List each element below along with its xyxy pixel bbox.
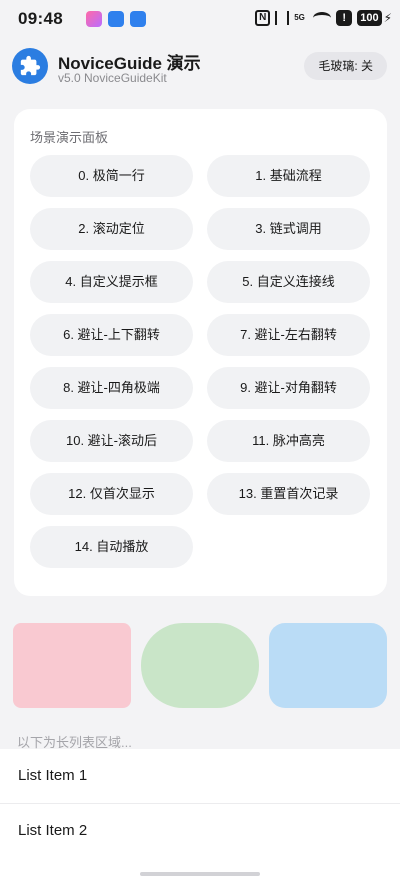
scene-button-2[interactable]: 2. 滚动定位 [30, 208, 193, 250]
scene-button-13[interactable]: 13. 重置首次记录 [207, 473, 370, 515]
vibrate-icon [275, 11, 290, 25]
scene-button-5[interactable]: 5. 自定义连接线 [207, 261, 370, 303]
scene-button-10[interactable]: 10. 避让-滚动后 [30, 420, 193, 462]
notification-upload-icon [108, 11, 124, 27]
scene-button-3[interactable]: 3. 链式调用 [207, 208, 370, 250]
long-list: List Item 1 List Item 2 [0, 749, 400, 883]
pink-rect-target [13, 623, 131, 708]
list-item-label: List Item 2 [18, 822, 88, 839]
notification-app-icon [86, 11, 102, 27]
scene-button-14[interactable]: 14. 自动播放 [30, 526, 193, 568]
charging-icon: ⚡ [383, 11, 392, 25]
scene-button-8[interactable]: 8. 避让-四角极端 [30, 367, 193, 409]
panel-title: 场景演示面板 [30, 130, 109, 145]
scene-button-6[interactable]: 6. 避让-上下翻转 [30, 314, 193, 356]
list-item[interactable]: List Item 2 [0, 804, 400, 859]
scene-button-1[interactable]: 1. 基础流程 [207, 155, 370, 197]
scene-button-9[interactable]: 9. 避让-对角翻转 [207, 367, 370, 409]
list-item-label: List Item 1 [18, 767, 88, 784]
blue-rounded-target [269, 623, 387, 708]
scene-button-11[interactable]: 11. 脉冲高亮 [207, 420, 370, 462]
puzzle-icon [12, 48, 48, 84]
green-capsule-target [141, 623, 259, 708]
status-indicators: N 5G ! 100 ⚡ [255, 9, 392, 27]
scene-button-7[interactable]: 7. 避让-左右翻转 [207, 314, 370, 356]
alert-icon: ! [336, 10, 353, 26]
scene-demo-panel: 场景演示面板 0. 极简一行 1. 基础流程 2. 滚动定位 3. 链式调用 4… [14, 109, 387, 596]
notification-usb-icon [130, 11, 146, 27]
frosted-glass-toggle-button[interactable]: 毛玻璃: 关 [304, 52, 387, 80]
app-header: NoviceGuide 演示 v5.0 NoviceGuideKit 毛玻璃: … [0, 36, 400, 98]
status-bar: 09:48 N 5G ! 100 ⚡ [0, 0, 400, 36]
battery-icon: 100 [357, 10, 382, 26]
app-subtitle: v5.0 NoviceGuideKit [58, 71, 167, 85]
scene-button-0[interactable]: 0. 极简一行 [30, 155, 193, 197]
wifi-icon [313, 12, 332, 24]
signal-icon: 5G [294, 13, 305, 22]
list-item[interactable]: List Item 1 [0, 749, 400, 804]
nfc-icon: N [255, 10, 271, 26]
home-indicator[interactable] [140, 872, 260, 876]
scene-button-4[interactable]: 4. 自定义提示框 [30, 261, 193, 303]
status-time: 09:48 [18, 9, 63, 28]
scene-button-12[interactable]: 12. 仅首次显示 [30, 473, 193, 515]
